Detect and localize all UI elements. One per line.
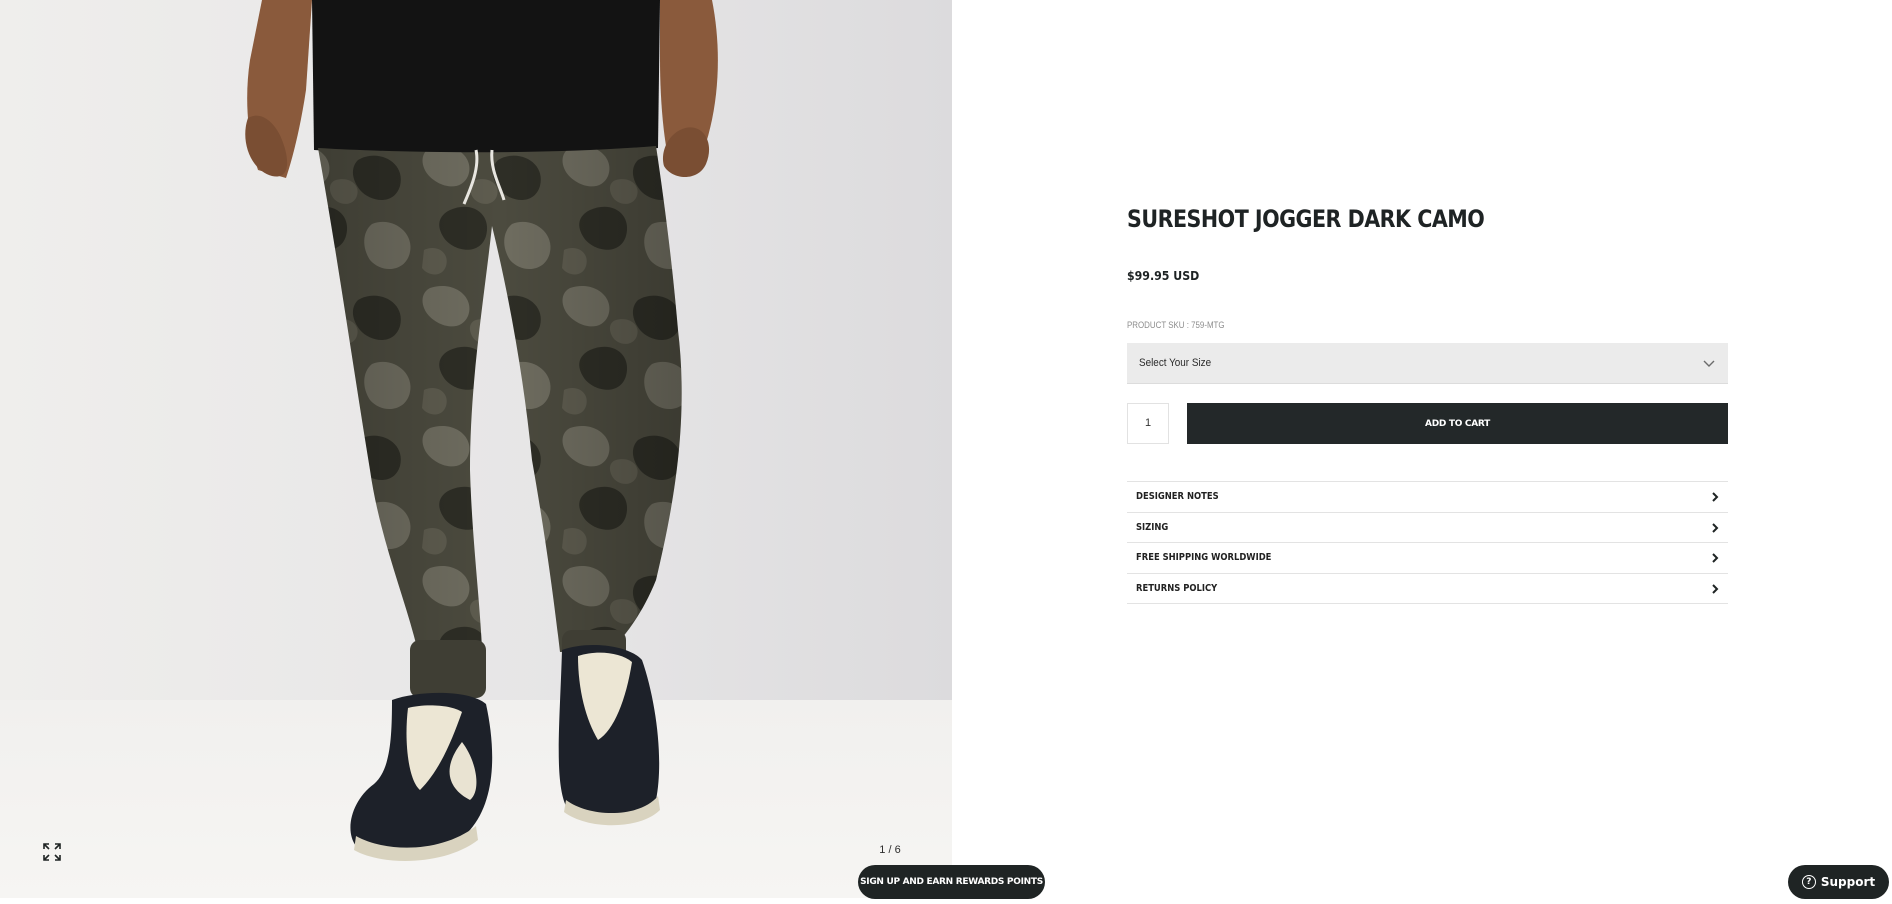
- accordion-item-free-shipping[interactable]: FREE SHIPPING WORLDWIDE: [1127, 543, 1728, 574]
- product-gallery[interactable]: 1 / 6: [0, 0, 952, 898]
- chevron-right-icon: [1712, 492, 1719, 502]
- support-label: Support: [1820, 875, 1876, 889]
- product-title: SURESHOT JOGGER DARK CAMO: [1127, 205, 1485, 233]
- product-price: $99.95 USD: [1127, 268, 1200, 283]
- rewards-signup-button[interactable]: SIGN UP AND EARN REWARDS POINTS: [858, 865, 1045, 899]
- question-icon: ?: [1801, 875, 1816, 889]
- size-select-label: Select Your Size: [1139, 357, 1212, 369]
- add-to-cart-button[interactable]: ADD TO CART: [1187, 403, 1728, 444]
- chevron-right-icon: [1712, 522, 1719, 533]
- support-button[interactable]: ? Support: [1788, 865, 1889, 899]
- accordion-item-designer-notes[interactable]: DESIGNER NOTES: [1127, 482, 1728, 513]
- size-select[interactable]: Select Your Size: [1127, 343, 1728, 384]
- chevron-right-icon: [1712, 583, 1719, 594]
- chevron-right-icon: [1712, 553, 1719, 563]
- accordion-item-sizing[interactable]: SIZING: [1127, 513, 1728, 543]
- product-accordion: DESIGNER NOTES SIZING FREE SHIPPING WORL…: [1127, 481, 1728, 604]
- expand-icon: [43, 843, 61, 861]
- accordion-item-returns-policy[interactable]: RETURNS POLICY: [1127, 574, 1728, 604]
- product-photo: [245, 0, 718, 861]
- quantity-input[interactable]: 1: [1127, 403, 1169, 444]
- accordion-label: DESIGNER NOTES: [1136, 491, 1219, 503]
- accordion-label: SIZING: [1136, 521, 1169, 533]
- expand-gallery-button[interactable]: [38, 838, 66, 866]
- accordion-label: FREE SHIPPING WORLDWIDE: [1136, 552, 1272, 564]
- chevron-down-icon: [1703, 360, 1715, 367]
- product-sku: PRODUCT SKU : 759-MTG: [1127, 320, 1225, 330]
- image-counter: 1 / 6: [879, 844, 901, 856]
- accordion-label: RETURNS POLICY: [1136, 582, 1218, 594]
